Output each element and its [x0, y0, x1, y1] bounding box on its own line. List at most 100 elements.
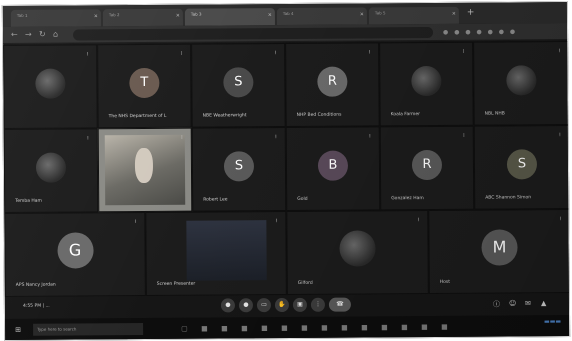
- participant-avatar: [35, 68, 66, 99]
- more-options-icon[interactable]: ⋮: [310, 297, 325, 312]
- captions-icon[interactable]: ▭: [256, 298, 271, 313]
- participant-tile[interactable]: ⁞: [3, 44, 98, 129]
- taskbar-app-icon[interactable]: ■: [201, 325, 208, 333]
- participant-avatar: S: [223, 151, 255, 182]
- taskbar-app-icon[interactable]: ■: [401, 323, 408, 331]
- participant-name: ABC Shannon Simon: [485, 195, 532, 201]
- taskbar-app-icon[interactable]: ■: [261, 324, 268, 332]
- participant-avatar: R: [317, 66, 348, 97]
- mic-muted-icon: ⁞: [369, 133, 371, 140]
- windows-start-icon[interactable]: ⊞: [15, 326, 21, 334]
- taskbar-app-icon[interactable]: ■: [381, 323, 388, 331]
- mic-muted-icon: ⁞: [274, 50, 277, 57]
- activities-icon[interactable]: ▲: [541, 299, 546, 307]
- browser-tab[interactable]: Tab 5 ×: [368, 6, 459, 25]
- tab-label: Tab 2: [108, 12, 120, 18]
- participant-video: [104, 134, 186, 206]
- mic-icon[interactable]: ●: [220, 298, 235, 313]
- participant-tile[interactable]: M ⁞ Host: [428, 209, 571, 295]
- browser-tab[interactable]: Tab 2 ×: [102, 8, 183, 27]
- participant-name: Gilford: [297, 280, 313, 286]
- mic-muted-icon: ⁞: [275, 218, 278, 225]
- mic-muted-icon: ⁞: [558, 48, 561, 55]
- participant-name: Temba Ham: [15, 198, 42, 204]
- participant-name: Koala Farmer: [390, 112, 421, 118]
- watermark-logo: ▬▬▬: [544, 318, 562, 326]
- participant-name: NHP Bed Conditions: [296, 112, 342, 118]
- taskbar-app-icon[interactable]: ■: [341, 324, 348, 332]
- participant-name: Robert Lee: [203, 197, 228, 203]
- participant-tile[interactable]: ⁞ Temba Ham: [3, 128, 99, 213]
- participant-avatar: R: [411, 149, 443, 181]
- mic-muted-icon: ⁞: [463, 132, 465, 139]
- participant-avatar: [411, 65, 442, 97]
- participant-name: APS Nancy Jordan: [15, 282, 56, 288]
- participant-avatar: B: [317, 150, 349, 181]
- participant-tile[interactable]: R ⁞ NHP Bed Conditions: [285, 42, 380, 128]
- participant-tile[interactable]: S ⁞ NBE Weatherwright: [191, 43, 286, 128]
- task-view-icon[interactable]: ▢: [181, 325, 188, 333]
- chat-icon[interactable]: ✉: [525, 299, 531, 307]
- participant-name: Host: [439, 279, 451, 285]
- leave-call-button[interactable]: ☎: [328, 297, 351, 312]
- participant-tile[interactable]: T ⁞ The NHS Department of L: [97, 43, 192, 129]
- browser-tab[interactable]: Tab 1 ×: [10, 9, 101, 27]
- photo-of-screen: Tab 1 × Tab 2 × Tab 3 × Tab 4 × Tab 5 × + ← →…: [1, 1, 571, 341]
- browser-tab-active[interactable]: Tab 3 ×: [184, 8, 275, 26]
- participant-tile[interactable]: G ⁞ APS Nancy Jordan: [4, 211, 146, 297]
- close-icon[interactable]: ×: [268, 12, 272, 18]
- close-icon[interactable]: ×: [176, 13, 180, 19]
- close-icon[interactable]: ×: [452, 11, 456, 17]
- info-icon[interactable]: ⓘ: [493, 300, 500, 310]
- participant-avatar: T: [129, 67, 160, 99]
- participant-avatar: [506, 65, 537, 96]
- taskbar-app-icon[interactable]: ■: [441, 323, 448, 331]
- browser-tab[interactable]: Tab 4 ×: [276, 7, 367, 26]
- participant-name: NBL NHB: [484, 111, 505, 117]
- mic-muted-icon: ⁞: [417, 217, 420, 224]
- extensions-icons[interactable]: ● ● ● ● ● ● ●: [443, 28, 517, 36]
- close-icon[interactable]: ×: [360, 11, 364, 17]
- new-tab-icon[interactable]: +: [467, 8, 475, 18]
- taskbar-app-icon[interactable]: ■: [221, 324, 228, 332]
- participant-tile[interactable]: R ⁞ Gonzalez Ham: [379, 125, 475, 211]
- back-icon[interactable]: ←: [11, 30, 18, 39]
- participant-tile[interactable]: B ⁞ Gold: [285, 126, 381, 211]
- participant-tile[interactable]: ⁞ NBL NHB: [473, 41, 570, 126]
- taskbar-app-icon[interactable]: ■: [281, 324, 288, 332]
- participant-tile[interactable]: ⁞: [97, 127, 193, 213]
- taskbar-search-input[interactable]: Type here to search: [33, 323, 144, 336]
- mic-muted-icon: ⁞: [559, 132, 561, 139]
- participant-tile[interactable]: S ⁞ Robert Lee: [191, 127, 287, 212]
- reload-icon[interactable]: ↻: [39, 30, 46, 39]
- taskbar-app-icon[interactable]: ■: [421, 323, 428, 331]
- tab-label: Tab 4: [282, 10, 294, 17]
- participant-grid: ⁞ T ⁞ The NHS Department of L S ⁞ NBE Weatherw…: [3, 41, 571, 297]
- home-icon[interactable]: ⌂: [53, 30, 58, 39]
- close-icon[interactable]: ×: [94, 13, 98, 19]
- mic-muted-icon: ⁞: [134, 219, 137, 226]
- mic-muted-icon: ⁞: [275, 134, 277, 141]
- participant-tile[interactable]: ⁞ Screen Presenter: [145, 210, 287, 296]
- taskbar-app-icon[interactable]: ■: [321, 324, 328, 332]
- taskbar-app-icon[interactable]: ■: [301, 324, 308, 332]
- present-icon[interactable]: ▣: [292, 297, 307, 312]
- taskbar-app-icon[interactable]: ■: [241, 324, 248, 332]
- url-input[interactable]: [73, 26, 434, 41]
- forward-icon[interactable]: →: [25, 30, 32, 39]
- mic-muted-icon: ⁞: [462, 48, 465, 55]
- camera-icon[interactable]: ●: [238, 298, 253, 313]
- participant-face: [135, 147, 154, 183]
- mic-muted-icon: ⁞: [180, 50, 183, 57]
- taskbar-app-icon[interactable]: ■: [361, 323, 368, 331]
- participant-tile[interactable]: ⁞ Koala Farmer: [379, 41, 474, 127]
- mic-muted-icon: ⁞: [368, 49, 371, 56]
- participant-tile[interactable]: S ⁞ ABC Shannon Simon: [473, 125, 571, 210]
- participant-avatar: G: [56, 232, 94, 269]
- meeting-info: 4:55 PM | ...: [22, 303, 50, 309]
- participant-tile[interactable]: ⁞ Gilford: [286, 210, 429, 295]
- screen-share-preview: [186, 220, 267, 281]
- people-icon[interactable]: ☺: [509, 299, 516, 307]
- raise-hand-icon[interactable]: ✋: [274, 297, 289, 313]
- windows-taskbar: ⊞ Type here to search ▢ ■ ■ ■ ■ ■ ■ ■ ■ …: [5, 315, 570, 341]
